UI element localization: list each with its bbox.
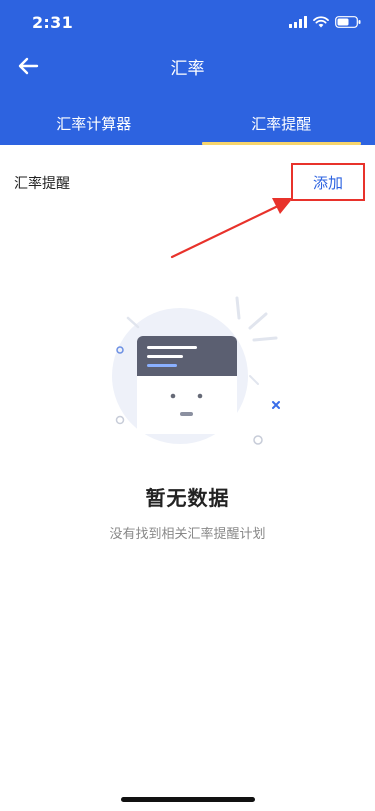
empty-state-title: 暂无数据 (145, 486, 230, 510)
status-bar: 2:31 (0, 0, 375, 44)
status-icons (289, 14, 361, 30)
empty-state-illustration (112, 296, 280, 445)
page-title: 汇率 (170, 59, 205, 79)
add-button-label: 添加 (312, 173, 343, 192)
tab-bar: 汇率计算器 汇率提醒 (0, 104, 375, 145)
tab-label: 汇率计算器 (56, 115, 132, 133)
section-title: 汇率提醒 (14, 176, 70, 192)
tab-reminder[interactable]: 汇率提醒 (188, 104, 375, 145)
header: 2:31 汇率 汇率计算器 汇率提醒 (0, 0, 375, 145)
tab-label: 汇率提醒 (251, 115, 312, 133)
home-indicator (121, 797, 255, 802)
tab-calculator[interactable]: 汇率计算器 (0, 104, 188, 145)
status-time: 2:31 (32, 13, 73, 32)
wifi-icon (313, 16, 329, 28)
signal-icon (289, 16, 307, 28)
section-row: 汇率提醒 添加 (0, 145, 375, 221)
battery-icon (335, 16, 361, 28)
nav-bar: 汇率 (0, 44, 375, 88)
empty-state-description: 没有找到相关汇率提醒计划 (109, 527, 266, 542)
add-button[interactable]: 添加 (291, 163, 365, 201)
